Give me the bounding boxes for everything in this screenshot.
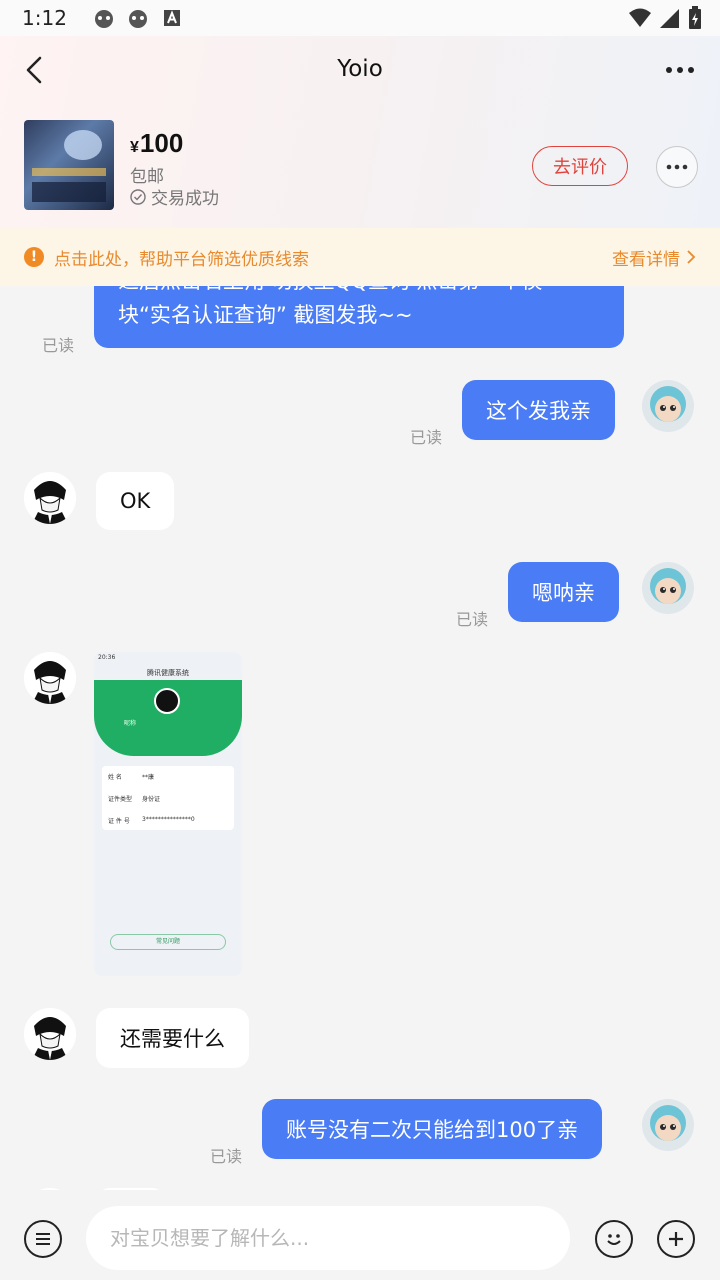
emoji-icon — [607, 1234, 621, 1245]
notice-text: 点击此处，帮助平台筛选优质线索 — [54, 249, 309, 270]
more-icon — [666, 164, 688, 170]
more-icon — [666, 67, 694, 73]
chevron-right-icon — [687, 250, 696, 264]
menu-button[interactable] — [24, 1220, 62, 1258]
trade-status-text: 交易成功 — [151, 189, 219, 209]
my-avatar[interactable] — [642, 562, 694, 614]
screenshot-title: 腾讯健康系统 — [147, 669, 189, 677]
chat-list[interactable]: 之后点击右上角 切换至QQ查询 点击第一个模 块“实名认证查询” 截图发我~~ … — [0, 286, 720, 1190]
message-text: OK — [120, 489, 151, 513]
read-receipt: 已读 — [210, 1147, 243, 1166]
keyboard-indicator-icon — [161, 7, 183, 29]
status-bar: 1:12 — [0, 0, 720, 36]
message-bubble-sent[interactable]: 之后点击右上角 切换至QQ查询 点击第一个模 块“实名认证查询” 截图发我~~ — [94, 286, 624, 348]
check-circle-icon — [130, 188, 146, 205]
input-bar — [0, 1190, 720, 1280]
notice-bar[interactable]: ! 点击此处，帮助平台筛选优质线索 查看详情 — [0, 228, 720, 286]
page-title: Yoio — [337, 56, 383, 82]
status-time: 1:12 — [22, 6, 67, 30]
price-value: 100 — [139, 128, 184, 158]
rate-button[interactable]: 去评价 — [532, 146, 628, 186]
message-text: 块“实名认证查询” 截图发我~~ — [118, 303, 413, 327]
chat-header: Yoio ¥100 包邮 交易成功 去评价 — [0, 36, 720, 228]
status-right — [628, 6, 702, 35]
screenshot-idtype-value: 身份证 — [142, 796, 161, 803]
message-bubble-sent[interactable]: 这个发我亲 — [462, 380, 615, 440]
notification-icon-2 — [127, 7, 149, 29]
screenshot-time: 20:36 — [98, 654, 116, 661]
message-bubble-received[interactable]: OK — [96, 472, 175, 530]
my-avatar[interactable] — [642, 380, 694, 432]
read-receipt: 已读 — [410, 428, 443, 447]
notice-link-text: 查看详情 — [612, 249, 680, 270]
message-text: 账号没有二次只能给到100了亲 — [286, 1118, 579, 1142]
screenshot-idno-value: 3***************0 — [142, 816, 195, 823]
trade-status: 交易成功 — [130, 184, 219, 209]
message-text: 还需要什么 — [120, 1027, 225, 1051]
my-avatar[interactable] — [642, 1099, 694, 1151]
nav-bar: Yoio — [0, 36, 720, 106]
read-receipt: 已读 — [42, 336, 75, 355]
plus-icon — [669, 1232, 683, 1246]
product-card[interactable]: ¥100 包邮 交易成功 去评价 — [24, 120, 698, 212]
message-input[interactable] — [86, 1206, 570, 1270]
battery-icon — [688, 6, 702, 35]
notification-icon — [93, 7, 115, 29]
screenshot-idno-label: 证 件 号 — [108, 818, 130, 825]
screenshot-help-text: 常见问题 — [155, 938, 180, 945]
screenshot-avatar — [154, 688, 180, 714]
read-receipt: 已读 — [456, 610, 489, 629]
menu-icon — [36, 1233, 50, 1245]
message-bubble-sent[interactable]: 账号没有二次只能给到100了亲 — [262, 1099, 603, 1159]
screenshot-help-button: 常见问题 — [110, 934, 226, 950]
contact-avatar[interactable] — [24, 1008, 76, 1060]
screenshot-name-label: 姓 名 — [108, 774, 122, 781]
product-more-button[interactable] — [656, 146, 698, 188]
screenshot-info-card: 姓 名 **康 证件类型 身份证 证 件 号 3***************0 — [102, 766, 234, 830]
message-text: 这个发我亲 — [486, 399, 591, 423]
product-price: ¥100 — [130, 128, 183, 159]
message-bubble-received[interactable]: 还需要什么 — [96, 1008, 249, 1068]
contact-avatar[interactable] — [24, 652, 76, 704]
wifi-icon — [628, 7, 652, 34]
emoji-button[interactable] — [595, 1220, 633, 1258]
product-thumbnail[interactable] — [24, 120, 114, 210]
contact-avatar[interactable] — [24, 472, 76, 524]
message-text: 嗯呐亲 — [532, 581, 595, 605]
signal-icon — [660, 7, 680, 34]
screenshot-nickname: 昵称 — [124, 720, 137, 727]
warning-icon: ! — [24, 247, 44, 267]
screenshot-idtype-label: 证件类型 — [108, 796, 133, 803]
screenshot-name-value: **康 — [142, 774, 155, 781]
currency-symbol: ¥ — [130, 139, 139, 156]
notice-details-link[interactable]: 查看详情 — [612, 245, 696, 270]
message-text: 之后点击右上角 切换至QQ查询 点击第一个模 — [118, 286, 542, 298]
message-bubble-sent[interactable]: 嗯呐亲 — [508, 562, 619, 622]
message-image[interactable]: 20:36 腾讯健康系统 昵称 姓 名 **康 证件类型 身份证 证 件 号 3… — [94, 652, 242, 976]
add-button[interactable] — [657, 1220, 695, 1258]
more-options-button[interactable] — [662, 58, 698, 82]
